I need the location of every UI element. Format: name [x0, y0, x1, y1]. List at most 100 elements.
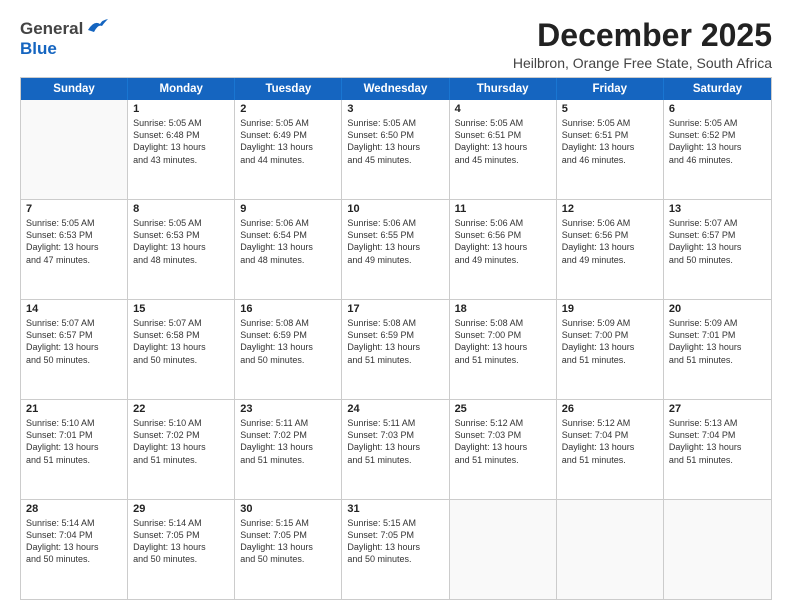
calendar-cell-empty [557, 500, 664, 599]
calendar: SundayMondayTuesdayWednesdayThursdayFrid… [20, 77, 772, 600]
day-number: 23 [240, 403, 336, 415]
day-number: 22 [133, 403, 229, 415]
day-number: 4 [455, 103, 551, 115]
calendar-cell-day-11: 11 Sunrise: 5:06 AMSunset: 6:56 PMDayligh… [450, 200, 557, 299]
cell-info: Sunrise: 5:14 AMSunset: 7:04 PMDaylight:… [26, 517, 122, 566]
cell-info: Sunrise: 5:06 AMSunset: 6:55 PMDaylight:… [347, 217, 443, 266]
cell-info: Sunrise: 5:09 AMSunset: 7:01 PMDaylight:… [669, 317, 766, 366]
cell-info: Sunrise: 5:08 AMSunset: 6:59 PMDaylight:… [240, 317, 336, 366]
calendar-cell-day-17: 17Sunrise: 5:08 AMSunset: 6:59 PMDayligh… [342, 300, 449, 399]
day-number: 25 [455, 403, 551, 415]
calendar-cell-day-25: 25 Sunrise: 5:12 AMSunset: 7:03 PMDayligh… [450, 400, 557, 499]
cell-info: Sunrise: 5:07 AMSunset: 6:57 PMDaylight:… [669, 217, 766, 266]
cell-info: Sunrise: 5:14 AMSunset: 7:05 PMDaylight:… [133, 517, 229, 566]
cell-info: Sunrise: 5:06 AMSunset: 6:56 PMDaylight:… [562, 217, 658, 266]
day-number: 9 [240, 203, 336, 215]
cell-info: Sunrise: 5:15 AMSunset: 7:05 PMDaylight:… [347, 517, 443, 566]
calendar-body: 1 Sunrise: 5:05 AMSunset: 6:48 PMDaylight… [21, 100, 771, 599]
logo-blue-text: Blue [20, 39, 57, 59]
calendar-cell-empty [664, 500, 771, 599]
cell-info: Sunrise: 5:05 AMSunset: 6:52 PMDaylight:… [669, 117, 766, 166]
cell-info: Sunrise: 5:05 AMSunset: 6:51 PMDaylight:… [562, 117, 658, 166]
calendar-cell-day-8: 8Sunrise: 5:05 AMSunset: 6:53 PMDaylight… [128, 200, 235, 299]
day-number: 7 [26, 203, 122, 215]
calendar-cell-day-22: 22 Sunrise: 5:10 AMSunset: 7:02 PMDayligh… [128, 400, 235, 499]
cell-info: Sunrise: 5:13 AMSunset: 7:04 PMDaylight:… [669, 417, 766, 466]
day-number: 26 [562, 403, 658, 415]
calendar-row-0: 1 Sunrise: 5:05 AMSunset: 6:48 PMDaylight… [21, 100, 771, 199]
weekday-header-thursday: Thursday [450, 78, 557, 100]
day-number: 30 [240, 503, 336, 515]
day-number: 20 [669, 303, 766, 315]
cell-info: Sunrise: 5:06 AMSunset: 6:56 PMDaylight:… [455, 217, 551, 266]
day-number: 17 [347, 303, 443, 315]
day-number: 13 [669, 203, 766, 215]
calendar-cell-day-19: 19 Sunrise: 5:09 AMSunset: 7:00 PMDayligh… [557, 300, 664, 399]
cell-info: Sunrise: 5:15 AMSunset: 7:05 PMDaylight:… [240, 517, 336, 566]
calendar-cell-day-26: 26 Sunrise: 5:12 AMSunset: 7:04 PMDayligh… [557, 400, 664, 499]
logo-blue: Blue [20, 39, 57, 58]
day-number: 10 [347, 203, 443, 215]
weekday-header-monday: Monday [128, 78, 235, 100]
logo: General Blue [20, 18, 108, 59]
cell-info: Sunrise: 5:09 AMSunset: 7:00 PMDaylight:… [562, 317, 658, 366]
cell-info: Sunrise: 5:05 AMSunset: 6:48 PMDaylight:… [133, 117, 229, 166]
cell-info: Sunrise: 5:10 AMSunset: 7:01 PMDaylight:… [26, 417, 122, 466]
calendar-cell-day-30: 30 Sunrise: 5:15 AMSunset: 7:05 PMDayligh… [235, 500, 342, 599]
weekday-header-tuesday: Tuesday [235, 78, 342, 100]
calendar-cell-day-13: 13 Sunrise: 5:07 AMSunset: 6:57 PMDayligh… [664, 200, 771, 299]
day-number: 12 [562, 203, 658, 215]
calendar-cell-day-12: 12 Sunrise: 5:06 AMSunset: 6:56 PMDayligh… [557, 200, 664, 299]
day-number: 31 [347, 503, 443, 515]
calendar-cell-day-27: 27 Sunrise: 5:13 AMSunset: 7:04 PMDayligh… [664, 400, 771, 499]
calendar-cell-day-2: 2Sunrise: 5:05 AMSunset: 6:49 PMDaylight… [235, 100, 342, 199]
day-number: 27 [669, 403, 766, 415]
calendar-cell-day-1: 1 Sunrise: 5:05 AMSunset: 6:48 PMDaylight… [128, 100, 235, 199]
page: General Blue December 2025 Heilbron, Ora… [0, 0, 792, 612]
calendar-cell-day-29: 29 Sunrise: 5:14 AMSunset: 7:05 PMDayligh… [128, 500, 235, 599]
calendar-cell-day-15: 15Sunrise: 5:07 AMSunset: 6:58 PMDayligh… [128, 300, 235, 399]
cell-info: Sunrise: 5:08 AMSunset: 7:00 PMDaylight:… [455, 317, 551, 366]
calendar-cell-day-28: 28Sunrise: 5:14 AMSunset: 7:04 PMDayligh… [21, 500, 128, 599]
calendar-cell-day-10: 10 Sunrise: 5:06 AMSunset: 6:55 PMDayligh… [342, 200, 449, 299]
calendar-cell-day-3: 3Sunrise: 5:05 AMSunset: 6:50 PMDaylight… [342, 100, 449, 199]
cell-info: Sunrise: 5:05 AMSunset: 6:53 PMDaylight:… [26, 217, 122, 266]
cell-info: Sunrise: 5:12 AMSunset: 7:03 PMDaylight:… [455, 417, 551, 466]
calendar-cell-day-5: 5Sunrise: 5:05 AMSunset: 6:51 PMDaylight… [557, 100, 664, 199]
day-number: 1 [133, 103, 229, 115]
day-number: 15 [133, 303, 229, 315]
calendar-cell-day-7: 7 Sunrise: 5:05 AMSunset: 6:53 PMDaylight… [21, 200, 128, 299]
calendar-row-1: 7 Sunrise: 5:05 AMSunset: 6:53 PMDaylight… [21, 199, 771, 299]
day-number: 29 [133, 503, 229, 515]
month-title: December 2025 [513, 18, 772, 53]
cell-info: Sunrise: 5:07 AMSunset: 6:57 PMDaylight:… [26, 317, 122, 366]
calendar-cell-day-6: 6 Sunrise: 5:05 AMSunset: 6:52 PMDaylight… [664, 100, 771, 199]
calendar-cell-day-18: 18 Sunrise: 5:08 AMSunset: 7:00 PMDayligh… [450, 300, 557, 399]
cell-info: Sunrise: 5:11 AMSunset: 7:03 PMDaylight:… [347, 417, 443, 466]
calendar-header: SundayMondayTuesdayWednesdayThursdayFrid… [21, 78, 771, 100]
calendar-cell-day-4: 4Sunrise: 5:05 AMSunset: 6:51 PMDaylight… [450, 100, 557, 199]
day-number: 6 [669, 103, 766, 115]
day-number: 18 [455, 303, 551, 315]
cell-info: Sunrise: 5:11 AMSunset: 7:02 PMDaylight:… [240, 417, 336, 466]
logo-general: General [20, 19, 83, 38]
cell-info: Sunrise: 5:12 AMSunset: 7:04 PMDaylight:… [562, 417, 658, 466]
calendar-row-2: 14Sunrise: 5:07 AMSunset: 6:57 PMDayligh… [21, 299, 771, 399]
cell-info: Sunrise: 5:06 AMSunset: 6:54 PMDaylight:… [240, 217, 336, 266]
weekday-header-friday: Friday [557, 78, 664, 100]
logo-text: General [20, 19, 83, 39]
calendar-cell-day-9: 9 Sunrise: 5:06 AMSunset: 6:54 PMDaylight… [235, 200, 342, 299]
weekday-header-sunday: Sunday [21, 78, 128, 100]
day-number: 2 [240, 103, 336, 115]
weekday-header-wednesday: Wednesday [342, 78, 449, 100]
day-number: 11 [455, 203, 551, 215]
day-number: 24 [347, 403, 443, 415]
calendar-row-3: 21Sunrise: 5:10 AMSunset: 7:01 PMDayligh… [21, 399, 771, 499]
cell-info: Sunrise: 5:10 AMSunset: 7:02 PMDaylight:… [133, 417, 229, 466]
title-block: December 2025 Heilbron, Orange Free Stat… [513, 18, 772, 71]
day-number: 19 [562, 303, 658, 315]
calendar-cell-empty [21, 100, 128, 199]
calendar-cell-day-23: 23 Sunrise: 5:11 AMSunset: 7:02 PMDayligh… [235, 400, 342, 499]
calendar-cell-day-16: 16Sunrise: 5:08 AMSunset: 6:59 PMDayligh… [235, 300, 342, 399]
header: General Blue December 2025 Heilbron, Ora… [20, 18, 772, 71]
